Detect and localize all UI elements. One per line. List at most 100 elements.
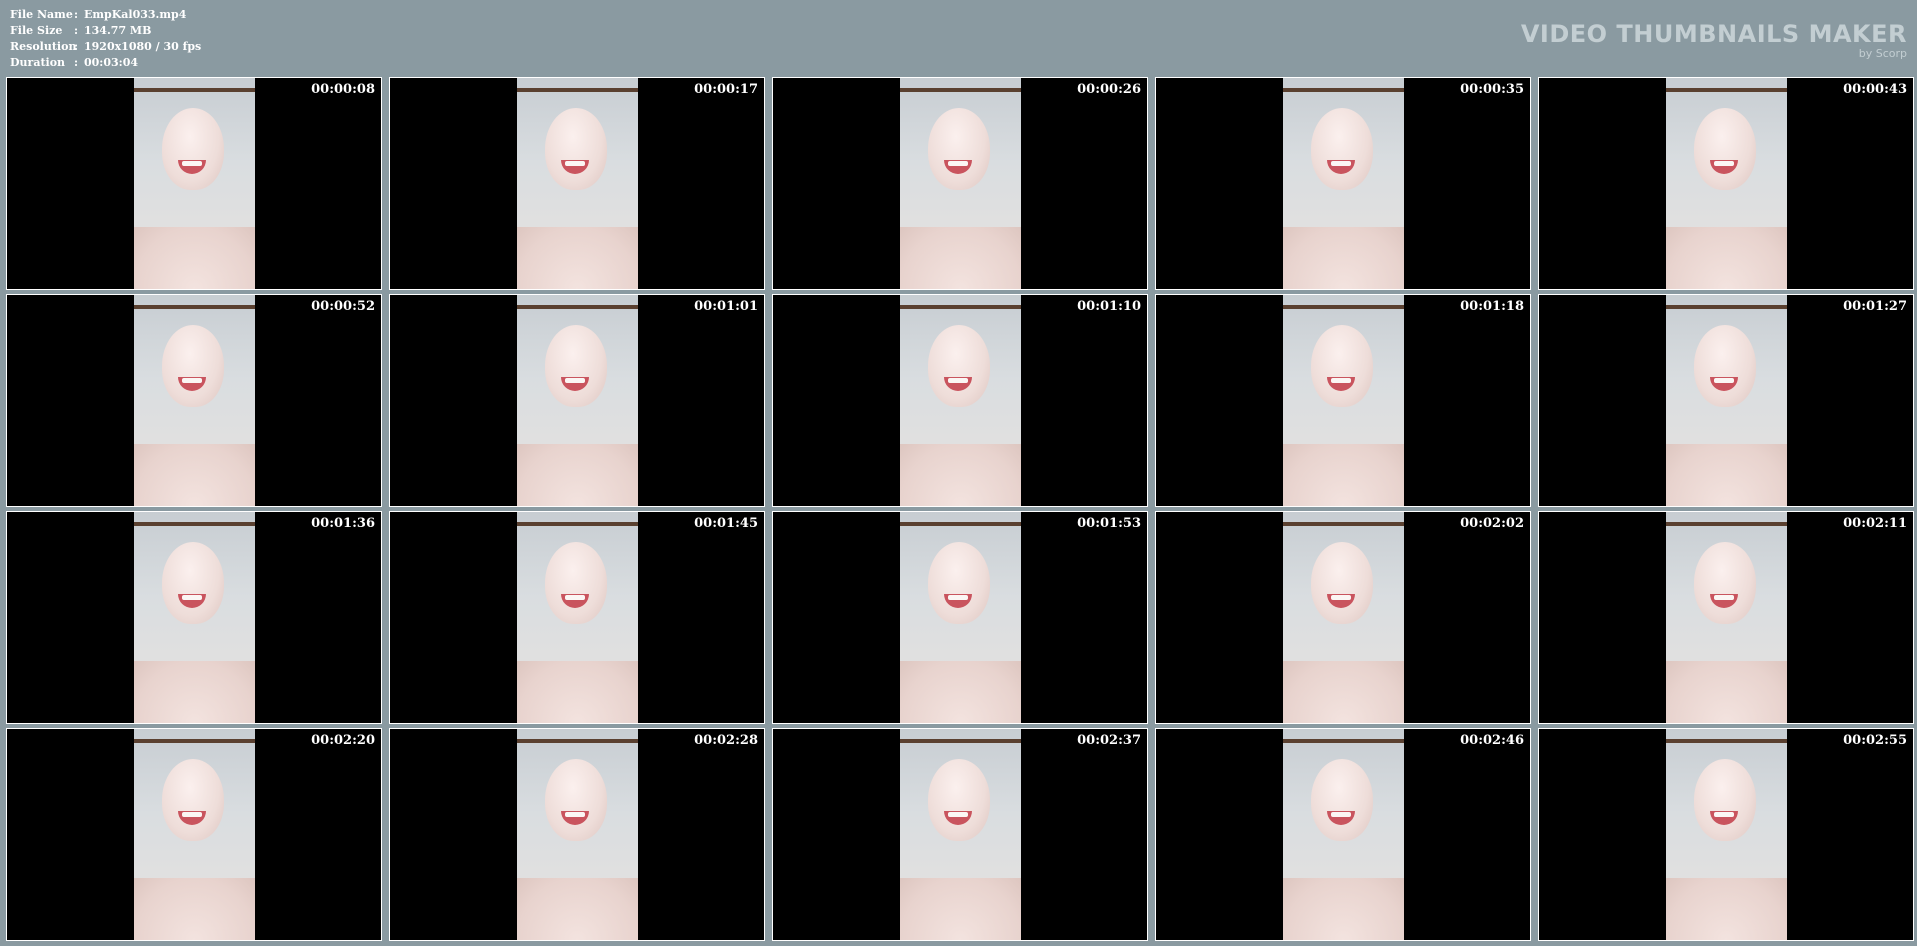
- timestamp: 00:01:53: [1077, 516, 1141, 531]
- timestamp: 00:02:02: [1460, 516, 1524, 531]
- frame-subject: [1694, 108, 1756, 190]
- frame-subject: [1311, 542, 1373, 624]
- frame-subject: [162, 542, 224, 624]
- timestamp: 00:00:35: [1460, 82, 1524, 97]
- video-frame: [1283, 295, 1404, 506]
- frame-body: [900, 661, 1021, 723]
- video-thumbnail[interactable]: 00:02:55: [1538, 728, 1914, 941]
- timestamp: 00:00:17: [694, 82, 758, 97]
- video-frame: [1283, 512, 1404, 723]
- frame-subject: [928, 542, 990, 624]
- frame-subject: [545, 325, 607, 407]
- frame-body: [1283, 878, 1404, 940]
- frame-body: [1283, 444, 1404, 506]
- file-info-value: 1920x1080 / 30 fps: [84, 40, 202, 53]
- video-thumbnail[interactable]: 00:00:26: [772, 77, 1148, 290]
- timestamp: 00:02:37: [1077, 733, 1141, 748]
- frame-subject: [928, 108, 990, 190]
- video-thumbnail[interactable]: 00:00:43: [1538, 77, 1914, 290]
- timestamp: 00:02:55: [1843, 733, 1907, 748]
- file-info-label: File Name: [10, 8, 73, 21]
- file-info-value: EmpKal033.mp4: [84, 8, 187, 21]
- video-thumbnail[interactable]: 00:01:36: [6, 511, 382, 724]
- frame-body: [1283, 661, 1404, 723]
- video-thumbnail[interactable]: 00:00:35: [1155, 77, 1531, 290]
- frame-subject: [162, 759, 224, 841]
- video-frame: [134, 512, 255, 723]
- video-thumbnail[interactable]: 00:01:10: [772, 294, 1148, 507]
- frame-subject: [1694, 542, 1756, 624]
- frame-subject: [545, 108, 607, 190]
- frame-subject: [928, 325, 990, 407]
- video-thumbnail[interactable]: 00:02:20: [6, 728, 382, 941]
- file-info-value: 134.77 MB: [84, 24, 152, 37]
- video-frame: [1666, 78, 1787, 289]
- video-thumbnail[interactable]: 00:01:18: [1155, 294, 1531, 507]
- file-info-row: Resolution:1920x1080 / 30 fps: [10, 39, 201, 55]
- file-info-value: 00:03:04: [84, 56, 139, 69]
- file-info-separator: :: [74, 24, 79, 37]
- frame-subject: [1311, 759, 1373, 841]
- video-frame: [1283, 78, 1404, 289]
- frame-body: [134, 661, 255, 723]
- frame-body: [900, 878, 1021, 940]
- video-frame: [517, 729, 638, 940]
- timestamp: 00:00:52: [311, 299, 375, 314]
- video-frame: [1283, 729, 1404, 940]
- frame-body: [1666, 878, 1787, 940]
- thumbnail-grid: 00:00:08 00:00:17 00:00:26 00:00:35 00:00:43…: [6, 77, 1914, 941]
- frame-body: [134, 444, 255, 506]
- file-info-separator: :: [74, 8, 79, 21]
- file-info: File Name: EmpKal033.mp4 File Size:134.77 …: [10, 7, 201, 71]
- video-thumbnail[interactable]: 00:02:11: [1538, 511, 1914, 724]
- video-thumbnail[interactable]: 00:01:01: [389, 294, 765, 507]
- frame-subject: [162, 325, 224, 407]
- timestamp: 00:01:45: [694, 516, 758, 531]
- frame-subject: [545, 759, 607, 841]
- video-thumbnail[interactable]: 00:00:08: [6, 77, 382, 290]
- video-thumbnail[interactable]: 00:01:45: [389, 511, 765, 724]
- video-thumbnail[interactable]: 00:02:02: [1155, 511, 1531, 724]
- video-frame: [517, 295, 638, 506]
- timestamp: 00:01:18: [1460, 299, 1524, 314]
- frame-body: [1666, 227, 1787, 289]
- timestamp: 00:02:20: [311, 733, 375, 748]
- video-thumbnail[interactable]: 00:02:46: [1155, 728, 1531, 941]
- timestamp: 00:00:43: [1843, 82, 1907, 97]
- video-thumbnail[interactable]: 00:00:52: [6, 294, 382, 507]
- frame-subject: [928, 759, 990, 841]
- frame-body: [134, 227, 255, 289]
- frame-subject: [545, 542, 607, 624]
- brand-byline: by Scorp: [1858, 47, 1907, 60]
- video-frame: [517, 78, 638, 289]
- video-thumbnail[interactable]: 00:01:27: [1538, 294, 1914, 507]
- file-info-row: Duration:00:03:04: [10, 55, 201, 71]
- brand-title: VIDEO THUMBNAILS MAKER: [1520, 20, 1907, 48]
- frame-subject: [162, 108, 224, 190]
- timestamp: 00:00:08: [311, 82, 375, 97]
- timestamp: 00:01:27: [1843, 299, 1907, 314]
- timestamp: 00:01:10: [1077, 299, 1141, 314]
- video-thumbnail[interactable]: 00:02:28: [389, 728, 765, 941]
- frame-body: [517, 878, 638, 940]
- video-frame: [134, 729, 255, 940]
- frame-subject: [1694, 325, 1756, 407]
- frame-body: [1666, 444, 1787, 506]
- file-info-separator: :: [74, 56, 79, 69]
- video-thumbnail[interactable]: 00:00:17: [389, 77, 765, 290]
- video-frame: [900, 78, 1021, 289]
- frame-body: [1666, 661, 1787, 723]
- frame-body: [900, 227, 1021, 289]
- file-info-label: Resolution: [10, 40, 77, 53]
- video-thumbnail[interactable]: 00:01:53: [772, 511, 1148, 724]
- video-frame: [900, 295, 1021, 506]
- video-frame: [900, 729, 1021, 940]
- timestamp: 00:01:01: [694, 299, 758, 314]
- video-frame: [1666, 729, 1787, 940]
- video-thumbnail[interactable]: 00:02:37: [772, 728, 1148, 941]
- video-frame: [1666, 512, 1787, 723]
- video-frame: [134, 78, 255, 289]
- video-frame: [134, 295, 255, 506]
- video-frame: [517, 512, 638, 723]
- file-info-row: File Name: EmpKal033.mp4: [10, 7, 201, 23]
